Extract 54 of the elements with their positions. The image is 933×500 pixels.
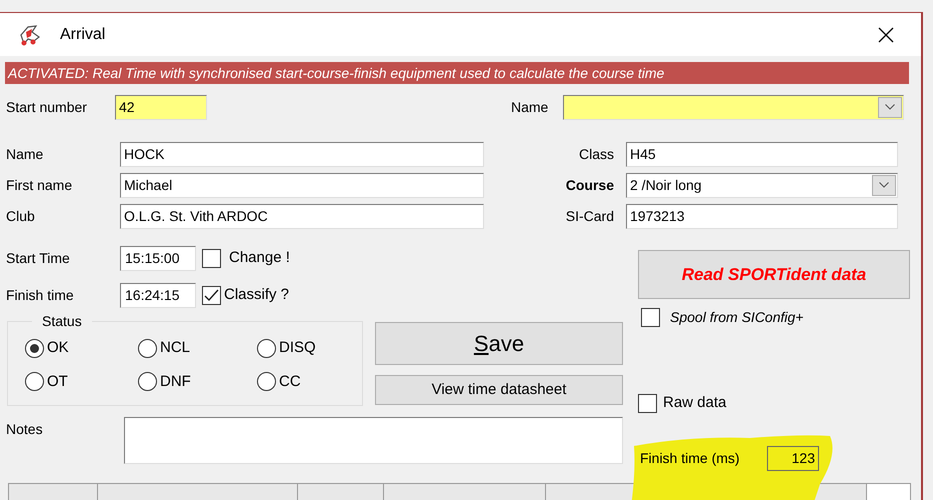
text-field[interactable]: H45 (626, 142, 898, 166)
checkbox-label: Spool from SIConfig+ (670, 308, 804, 327)
checkbox-label: Raw data (663, 393, 726, 413)
field-label: Notes (5, 420, 44, 439)
checkbox-label: Change ! (229, 248, 290, 268)
start-number-field[interactable]: 42 (115, 94, 207, 120)
field-label: Class (578, 144, 615, 164)
radio-option[interactable]: DNF (138, 370, 257, 393)
radio-circle[interactable] (138, 338, 157, 358)
radio-circle[interactable] (25, 372, 44, 392)
checkmark-icon (204, 289, 219, 302)
field-label: Name (5, 144, 44, 164)
finish-ms-field[interactable]: 123 (767, 446, 819, 470)
time-field[interactable]: 16:24:15 (120, 283, 196, 308)
field-label: SI-Card (564, 206, 615, 226)
field-label: Start Time (5, 249, 71, 268)
radio-circle[interactable] (25, 338, 44, 358)
checkbox[interactable] (202, 249, 221, 268)
view-datasheet-button[interactable]: View time datasheet (375, 375, 623, 405)
checkbox[interactable] (202, 286, 221, 305)
save-button[interactable]: Save (375, 322, 623, 365)
field-label: Club (5, 206, 36, 226)
time-field[interactable]: 15:15:00 (120, 246, 196, 271)
status-banner: ACTIVATED: Real Time with synchronised start-course-finish equipment used to calculate the course time (5, 62, 909, 84)
field-label: Finish time (5, 286, 75, 305)
radio-circle[interactable] (138, 372, 157, 392)
radio-option[interactable]: NCL (138, 337, 257, 360)
chevron-down-icon (885, 104, 895, 110)
dropdown-field[interactable]: 2 /Noir long (626, 172, 898, 198)
radio-option[interactable]: CC (257, 370, 357, 393)
text-field[interactable]: HOCK (120, 142, 484, 166)
checkbox-label: Classify ? (224, 285, 290, 306)
field-label: Finish time (ms) (639, 448, 741, 468)
checkbox[interactable] (638, 394, 657, 413)
field-label: Name (511, 98, 550, 116)
name-dropdown[interactable] (563, 94, 904, 120)
field-label: Start number (5, 98, 88, 116)
window-title: Arrival (60, 24, 106, 44)
dropdown-button[interactable] (872, 174, 896, 196)
text-field[interactable]: Michael (120, 172, 484, 198)
radio-option[interactable]: DISQ (257, 337, 357, 360)
text-field[interactable]: O.L.G. St. Vith ARDOC (120, 204, 484, 228)
text-field[interactable]: 1973213 (626, 204, 898, 228)
field-label: First name (5, 176, 74, 194)
field-label: Course (564, 176, 615, 194)
notes-field[interactable] (124, 417, 623, 464)
chevron-down-icon (879, 182, 889, 188)
radio-option[interactable]: OT (25, 370, 138, 393)
dropdown-button[interactable] (878, 96, 902, 118)
radio-option[interactable]: OK (25, 337, 138, 360)
close-icon (878, 26, 894, 42)
radio-circle[interactable] (257, 338, 276, 358)
checkbox[interactable] (641, 308, 660, 327)
radio-circle[interactable] (257, 372, 276, 392)
